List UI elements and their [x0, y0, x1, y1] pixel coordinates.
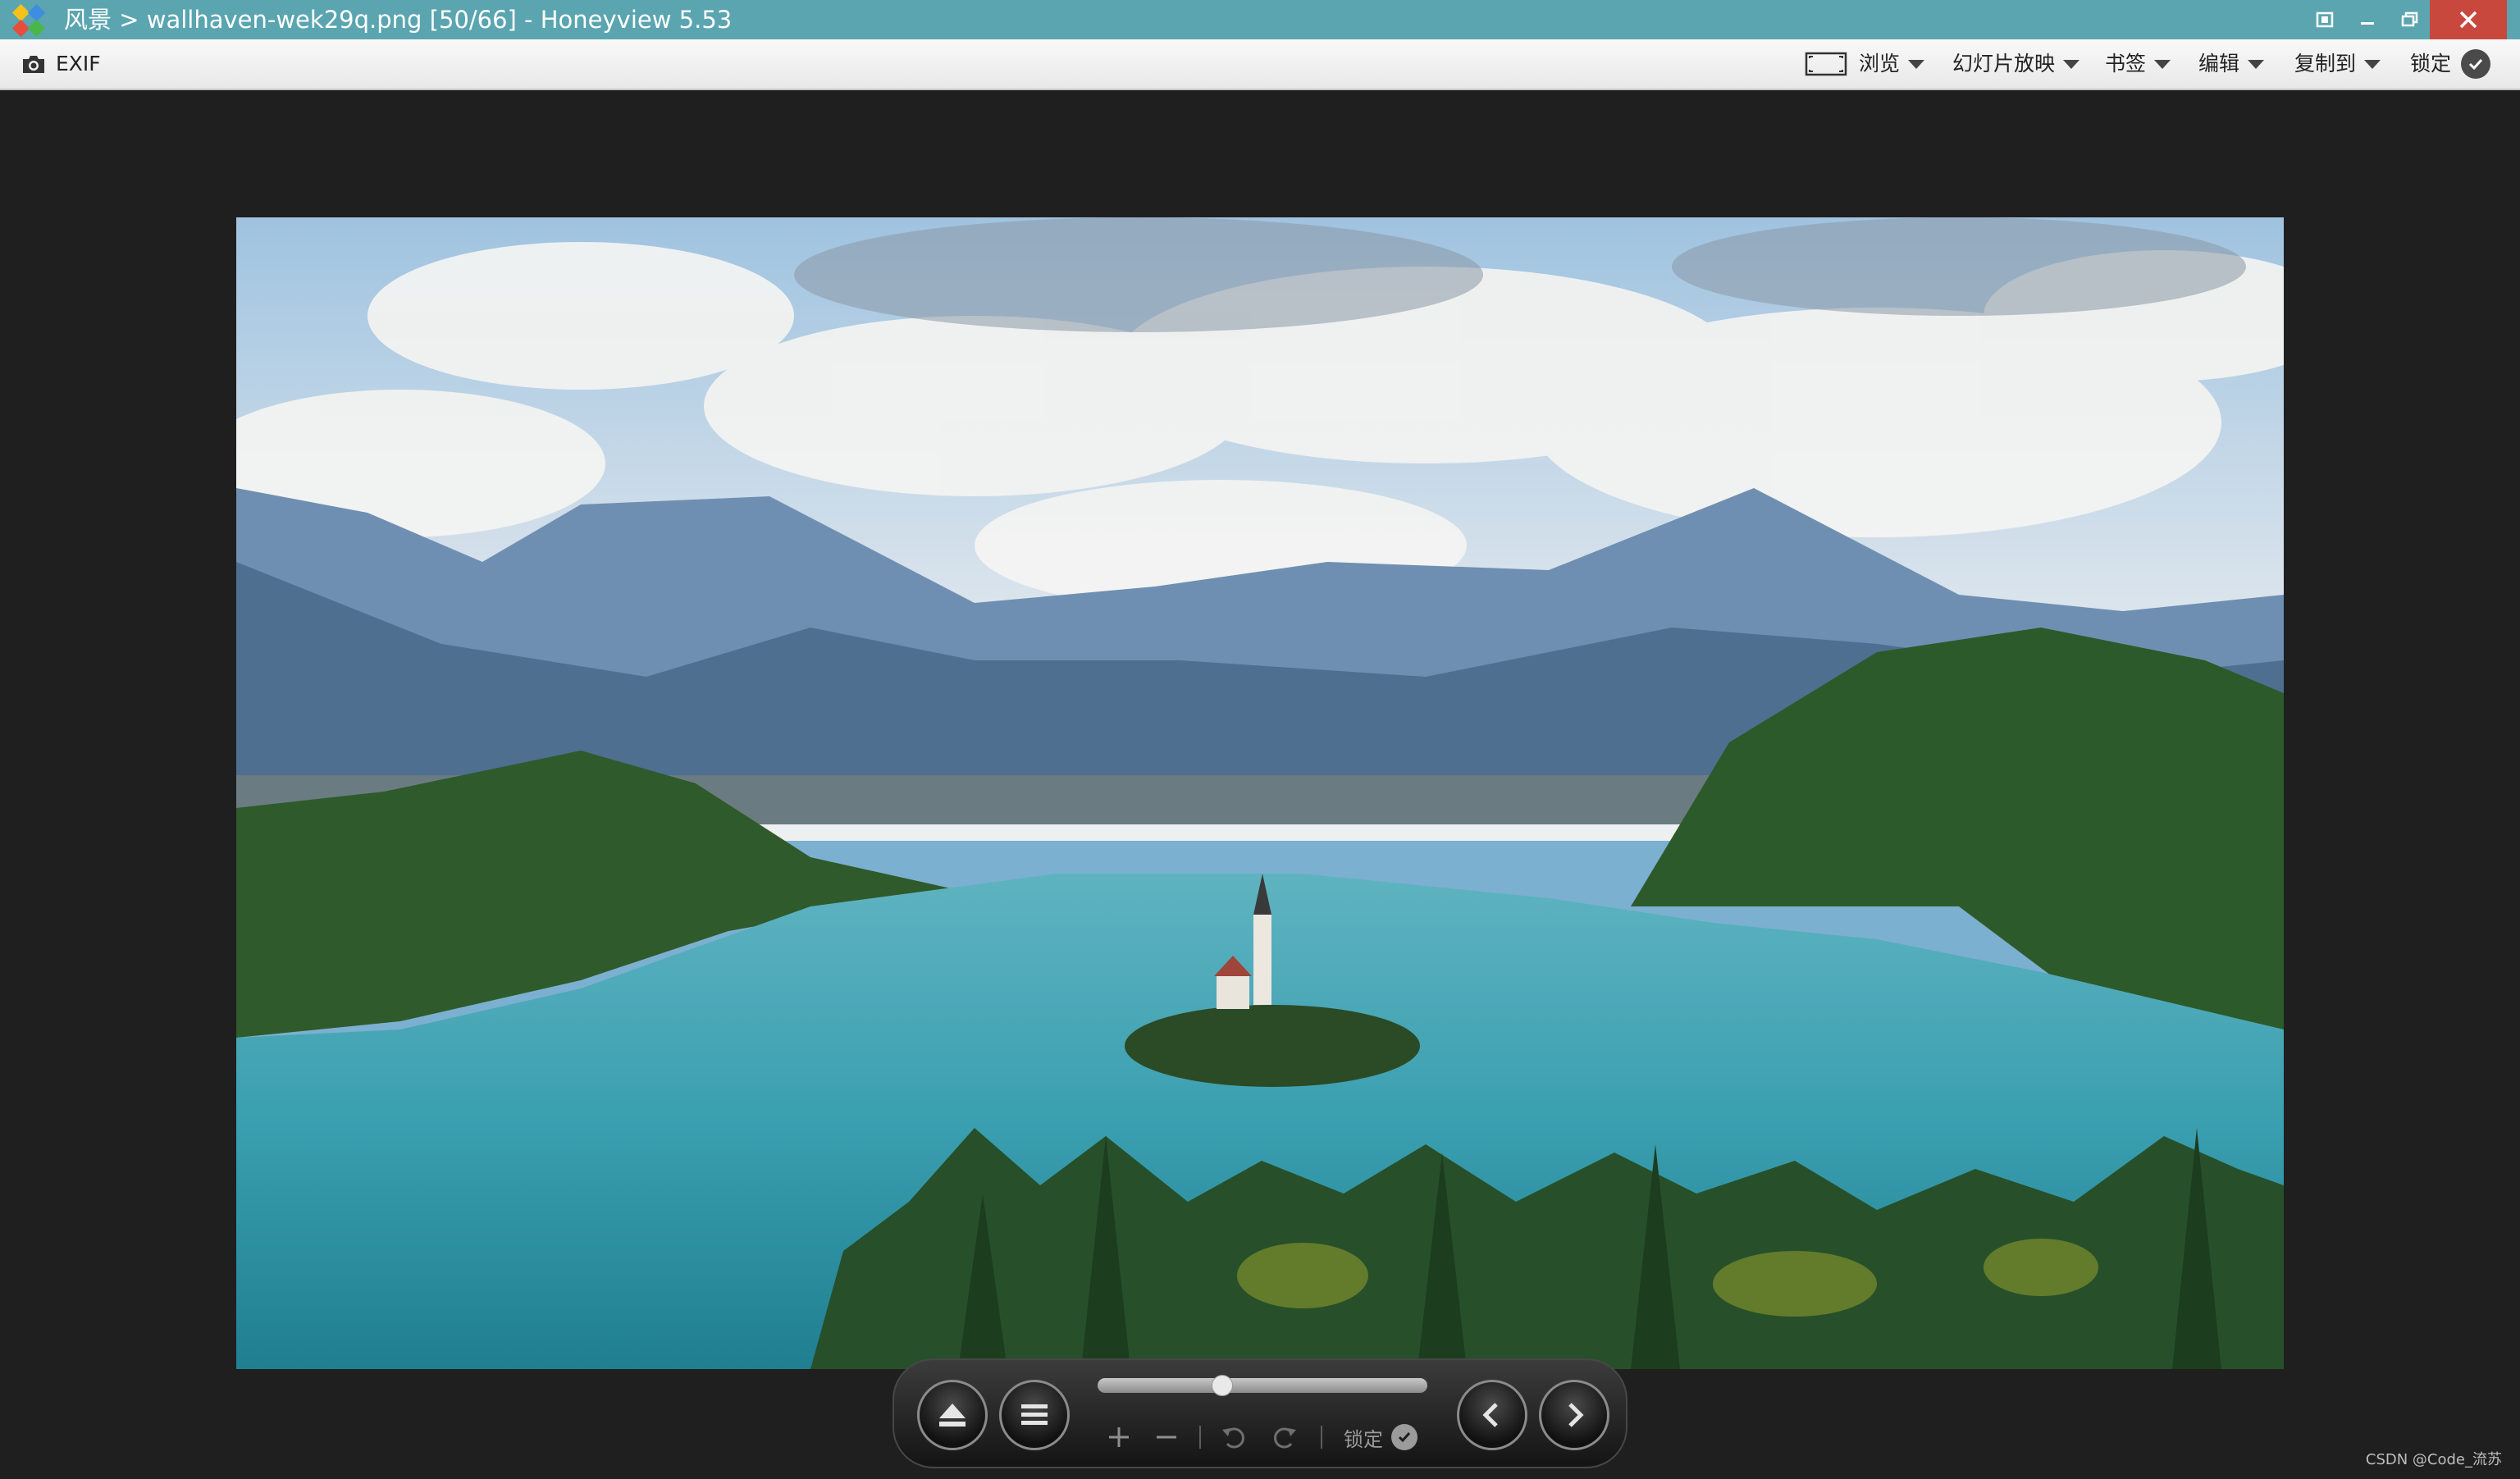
- rotate-left-icon: [1222, 1427, 1244, 1449]
- copyto-menu[interactable]: 复制到: [2294, 39, 2381, 89]
- position-slider[interactable]: [1098, 1375, 1427, 1396]
- rotate-right-button[interactable]: [1270, 1422, 1299, 1452]
- window-title: 风景 > wallhaven-wek29q.png [50/66] - Hone…: [64, 6, 733, 34]
- title-bar[interactable]: 风景 > wallhaven-wek29q.png [50/66] - Hone…: [0, 0, 2520, 39]
- minimize-icon: [2361, 22, 2374, 25]
- rotate-right-icon: [1274, 1427, 1296, 1449]
- browse-label: 浏览: [1859, 52, 1901, 75]
- close-icon: [2459, 11, 2477, 29]
- prev-icon: [1482, 1403, 1498, 1427]
- chevron-down-icon: [2063, 59, 2080, 69]
- edit-label: 编辑: [2198, 52, 2240, 75]
- slideshow-menu[interactable]: 幻灯片放映: [1952, 39, 2080, 89]
- app-logo: [11, 3, 46, 38]
- navigation-panel: 锁定: [892, 1358, 1628, 1468]
- restore-button[interactable]: [2387, 0, 2433, 39]
- check-icon: [1391, 1424, 1418, 1450]
- panel-lock-label: 锁定: [1344, 1427, 1383, 1451]
- chevron-down-icon: [2364, 59, 2381, 69]
- fit-window-button[interactable]: [2302, 0, 2348, 39]
- edit-menu[interactable]: 编辑: [2198, 39, 2265, 89]
- zoom-in-button[interactable]: [1104, 1422, 1134, 1452]
- zoom-out-button[interactable]: [1152, 1422, 1181, 1452]
- fit-frame-icon: [1805, 52, 1847, 76]
- restore-icon: [2401, 11, 2418, 27]
- fit-frame-icon: [2316, 11, 2334, 28]
- minimize-button[interactable]: [2344, 0, 2390, 39]
- browse-menu[interactable]: 浏览: [1805, 39, 1925, 89]
- eject-icon: [939, 1404, 966, 1427]
- zoom-in-icon: [1109, 1427, 1129, 1447]
- exif-label: EXIF: [56, 52, 101, 75]
- separator: [1321, 1426, 1322, 1449]
- landscape-photo: [236, 217, 2284, 1369]
- bookmark-label: 书签: [2105, 52, 2147, 75]
- eject-button[interactable]: [917, 1380, 988, 1450]
- camera-icon: [23, 56, 44, 73]
- separator: [1199, 1426, 1201, 1449]
- chevron-down-icon: [2248, 59, 2265, 69]
- check-icon: [2461, 49, 2491, 79]
- bookmark-menu[interactable]: 书签: [2105, 39, 2171, 89]
- close-button[interactable]: [2430, 0, 2507, 39]
- lock-toggle[interactable]: 锁定: [2410, 39, 2491, 89]
- image-viewport[interactable]: [236, 217, 2284, 1369]
- slider-knob[interactable]: [1212, 1375, 1233, 1396]
- toolbar: EXIF 浏览 幻灯片放映 书签 编辑 复制到 锁定: [0, 39, 2520, 90]
- menu-button[interactable]: [999, 1380, 1070, 1450]
- slideshow-label: 幻灯片放映: [1952, 52, 2056, 75]
- panel-lock-toggle[interactable]: 锁定: [1344, 1419, 1418, 1455]
- chevron-down-icon: [2154, 59, 2171, 69]
- zoom-out-icon: [1157, 1436, 1176, 1439]
- next-icon: [1568, 1403, 1584, 1427]
- copyto-label: 复制到: [2294, 52, 2357, 75]
- lock-label: 锁定: [2410, 52, 2452, 75]
- prev-button[interactable]: [1457, 1380, 1527, 1450]
- watermark: CSDN @Code_流苏: [2365, 1451, 2502, 1468]
- next-button[interactable]: [1539, 1380, 1609, 1450]
- rotate-left-button[interactable]: [1219, 1422, 1249, 1452]
- exif-button[interactable]: EXIF: [21, 39, 101, 89]
- menu-icon: [1021, 1404, 1048, 1425]
- chevron-down-icon: [1908, 59, 1925, 69]
